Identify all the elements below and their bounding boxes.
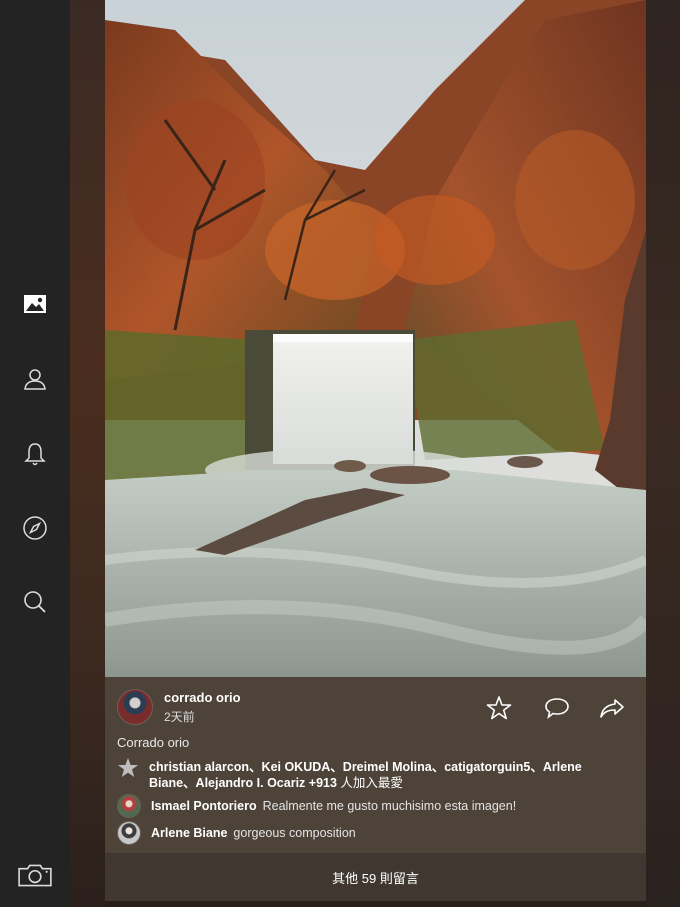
- star-filled-icon: [118, 758, 138, 777]
- post-photo[interactable]: [105, 0, 646, 677]
- user-icon: [24, 369, 46, 390]
- photo-title: Corrado orio: [117, 735, 190, 750]
- nav-profile-button[interactable]: [15, 359, 55, 399]
- more-comments-button[interactable]: 其他 59 則留言: [105, 853, 646, 901]
- favorite-button[interactable]: [484, 693, 514, 723]
- share-icon: [600, 699, 624, 718]
- likes-summary[interactable]: christian alarcon、Kei OKUDA、Dreimel Moli…: [149, 759, 619, 791]
- post-info-panel: corrado orio 2天前 Corrado orio christian …: [105, 677, 646, 901]
- compass-icon: [23, 516, 47, 540]
- search-icon: [24, 591, 46, 613]
- comment-author[interactable]: Ismael Pontoriero: [151, 799, 257, 813]
- nav-rail: [0, 0, 70, 907]
- share-button[interactable]: [597, 693, 627, 723]
- commenter-avatar[interactable]: [117, 821, 141, 845]
- camera-button[interactable]: [15, 855, 55, 895]
- comment-text: gorgeous composition: [233, 826, 356, 840]
- comment-item: Arlene Biane gorgeous composition: [117, 821, 356, 845]
- waterfall-photo-illustration: [105, 0, 646, 677]
- post-time: 2天前: [164, 710, 195, 724]
- comment-button[interactable]: [542, 693, 572, 723]
- blurred-backdrop-left: [70, 0, 105, 907]
- nav-search-button[interactable]: [15, 582, 55, 622]
- nav-photos-button[interactable]: [15, 284, 55, 324]
- comment-icon: [545, 698, 569, 719]
- nav-explore-button[interactable]: [15, 508, 55, 548]
- bell-icon: [24, 443, 46, 466]
- blurred-backdrop-right: [646, 0, 680, 907]
- commenter-avatar[interactable]: [117, 794, 141, 818]
- comment-item: Ismael Pontoriero Realmente me gusto muc…: [117, 794, 517, 818]
- comment-text: Realmente me gusto muchisimo esta imagen…: [262, 799, 517, 813]
- author-avatar[interactable]: [117, 689, 153, 725]
- likes-suffix: 人加入最愛: [336, 776, 403, 790]
- likes-more-count[interactable]: +913: [309, 776, 337, 790]
- nav-notifications-button[interactable]: [15, 434, 55, 474]
- image-icon: [24, 295, 46, 313]
- author-name[interactable]: corrado orio: [164, 690, 241, 705]
- star-icon: [486, 696, 512, 720]
- camera-icon: [18, 864, 52, 887]
- comment-author[interactable]: Arlene Biane: [151, 826, 227, 840]
